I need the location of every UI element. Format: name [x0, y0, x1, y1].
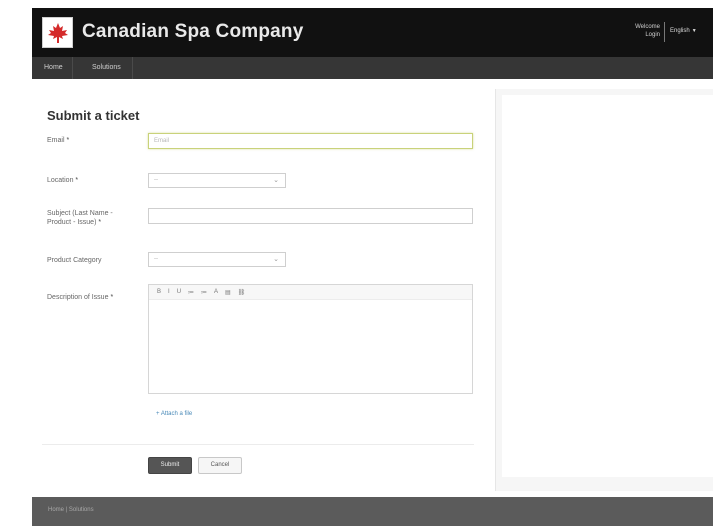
chevron-down-icon: ▼ — [691, 28, 697, 34]
welcome-text: Welcome — [635, 24, 660, 30]
subject-label-line1: Subject (Last Name - — [47, 210, 113, 217]
numbered-list-icon[interactable]: ≔ — [201, 289, 207, 296]
product-category-value: -- — [154, 256, 158, 262]
chevron-down-icon: ⌄ — [273, 256, 279, 263]
location-label-text: Location — [47, 177, 74, 184]
description-editor[interactable]: B I U ≔ ≔ A ▤ ⛓ — [148, 284, 473, 394]
required-marker: * — [75, 177, 79, 184]
description-label-text: Description of Issue — [47, 294, 109, 301]
language-label: English — [670, 28, 690, 34]
attach-file-link[interactable]: + Attach a file — [156, 411, 192, 417]
nav-separator — [72, 57, 73, 79]
email-placeholder: Email — [154, 138, 170, 144]
chevron-down-icon: ⌄ — [273, 177, 279, 184]
nav-separator — [132, 57, 133, 79]
location-value: -- — [154, 177, 158, 183]
main-nav: Home Solutions — [32, 57, 713, 79]
company-logo[interactable] — [42, 17, 73, 48]
description-label: Description of Issue * — [47, 293, 113, 302]
sidebar-content — [502, 95, 713, 477]
bulleted-list-icon[interactable]: ≔ — [188, 289, 194, 296]
italic-icon[interactable]: I — [168, 289, 170, 295]
editor-toolbar: B I U ≔ ≔ A ▤ ⛓ — [149, 285, 472, 300]
underline-icon[interactable]: U — [177, 289, 181, 295]
bold-icon[interactable]: B — [157, 289, 161, 295]
location-select[interactable]: -- ⌄ — [148, 173, 286, 188]
site-header: Canadian Spa Company Welcome Login Engli… — [32, 8, 713, 57]
footer-links[interactable]: Home | Solutions — [48, 507, 94, 513]
welcome-login: Welcome Login — [622, 23, 660, 39]
language-selector[interactable]: English ▼ — [670, 28, 697, 34]
subject-label-line2: Product - Issue) — [47, 219, 97, 226]
page-title: Submit a ticket — [47, 108, 140, 123]
font-color-icon[interactable]: A — [214, 289, 218, 295]
submit-button[interactable]: Submit — [148, 457, 192, 474]
form-divider — [42, 444, 474, 445]
site-footer: Home | Solutions — [32, 497, 713, 526]
header-divider — [664, 22, 665, 42]
page-frame: Canadian Spa Company Welcome Login Engli… — [32, 8, 713, 526]
cancel-button[interactable]: Cancel — [198, 457, 242, 474]
subject-field[interactable] — [148, 208, 473, 224]
product-category-label: Product Category — [47, 257, 102, 264]
sidebar-panel — [495, 89, 713, 491]
required-marker: * — [66, 137, 70, 144]
email-label-text: Email — [47, 137, 65, 144]
nav-item-home[interactable]: Home — [44, 57, 63, 79]
email-label: Email * — [47, 136, 69, 145]
email-field[interactable]: Email — [148, 133, 473, 149]
nav-item-solutions[interactable]: Solutions — [92, 57, 121, 79]
required-marker: * — [98, 219, 102, 226]
product-category-select[interactable]: -- ⌄ — [148, 252, 286, 267]
maple-leaf-icon — [48, 23, 68, 43]
link-icon[interactable]: ⛓ — [238, 289, 246, 296]
brand-name[interactable]: Canadian Spa Company — [82, 21, 304, 43]
required-marker: * — [110, 294, 114, 301]
image-icon[interactable]: ▤ — [225, 289, 231, 296]
location-label: Location * — [47, 176, 78, 185]
login-link[interactable]: Login — [622, 31, 660, 39]
subject-label: Subject (Last Name - Product - Issue) * — [47, 209, 113, 227]
